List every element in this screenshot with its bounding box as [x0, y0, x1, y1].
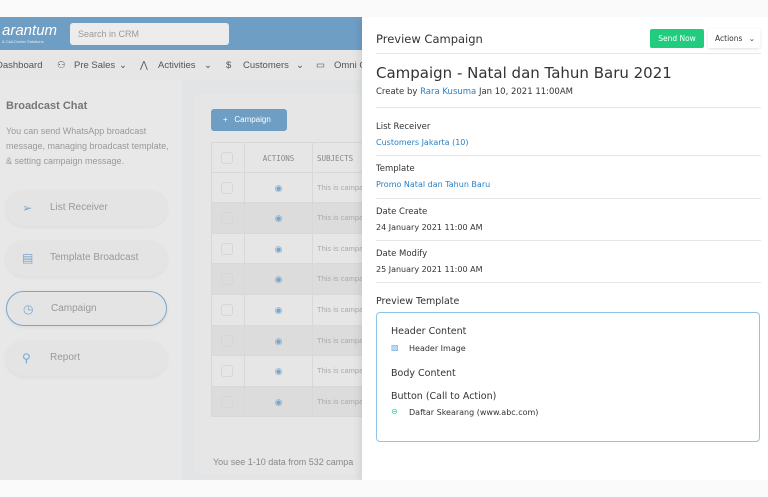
header-image-label: Header Image	[409, 344, 466, 353]
template-preview-box: Header Content ▨ Header Image Body Conte…	[376, 312, 760, 442]
sidebar-item-report[interactable]: ⚲ Report	[6, 341, 167, 376]
preview-campaign-panel: Preview Campaign Send Now Actions ⌄ Campa…	[362, 17, 768, 480]
view-eye-icon[interactable]: ◉	[244, 203, 312, 233]
search-input[interactable]: Search in CRM	[70, 23, 229, 45]
users-icon: ⚇	[57, 60, 66, 71]
sidebar-item-template-broadcast[interactable]: ▤ Template Broadcast	[6, 241, 167, 276]
subject-cell: This is campa	[312, 233, 363, 264]
actions-label: Actions	[715, 34, 743, 43]
sidebar-item-list-receiver[interactable]: ➢ List Receiver	[6, 191, 167, 226]
subject-cell: This is campa	[312, 356, 363, 386]
archive-icon: ▤	[22, 251, 34, 265]
sidebar: Broadcast Chat You can send WhatsApp bro…	[0, 80, 182, 480]
divider	[376, 240, 761, 241]
nav-dashboard[interactable]: Dashboard	[0, 60, 42, 71]
row-checkbox[interactable]	[221, 273, 233, 286]
chevron-down-icon: ⌄	[119, 60, 127, 71]
subject-cell: This is campa	[312, 294, 363, 325]
cta-label: Button (Call to Action)	[391, 391, 497, 402]
list-receiver-link[interactable]: Customers Jakarta (10)	[376, 138, 469, 147]
logo-subtitle: & Call-Center Solutions	[2, 39, 44, 44]
sidebar-item-campaign[interactable]: ◷ Campaign	[6, 291, 167, 326]
subject-cell: This is campa	[312, 172, 363, 203]
sidebar-item-label: Campaign	[51, 303, 97, 314]
header-content-label: Header Content	[391, 326, 467, 337]
subject-cell: This is campa	[312, 386, 363, 417]
view-eye-icon[interactable]: ◉	[244, 294, 312, 325]
date-modify-value: 25 January 2021 11:00 AM	[376, 265, 483, 274]
send-now-button[interactable]: Send Now	[650, 29, 704, 48]
row-checkbox[interactable]	[221, 365, 233, 378]
clock-icon: ◷	[23, 302, 34, 316]
route-icon: ⚲	[22, 351, 31, 365]
subject-cell: This is campa	[312, 325, 363, 356]
divider	[376, 198, 761, 199]
created-info: Create by Rara Kusuma Jan 10, 2021 11:00…	[376, 87, 573, 97]
actions-dropdown[interactable]: Actions ⌄	[708, 29, 760, 48]
link-icon: ⊖	[391, 407, 398, 416]
template-label: Template	[376, 164, 415, 174]
view-eye-icon[interactable]: ◉	[244, 264, 312, 294]
panel-title: Preview Campaign	[376, 32, 483, 46]
nav-pre-sales[interactable]: Pre Sales	[74, 60, 115, 71]
sidebar-item-label: List Receiver	[50, 202, 108, 213]
send-icon: ➢	[22, 201, 33, 215]
template-link[interactable]: Promo Natal dan Tahun Baru	[376, 180, 490, 189]
logo: arantum	[2, 22, 58, 39]
sidebar-item-label: Report	[50, 352, 81, 363]
divider	[376, 53, 761, 54]
created-date: Jan 10, 2021 11:00AM	[478, 87, 573, 97]
activity-icon: ⋀	[140, 60, 148, 71]
view-eye-icon[interactable]: ◉	[244, 356, 312, 386]
dollar-icon: $	[226, 60, 232, 71]
chevron-down-icon: ⌄	[748, 34, 755, 43]
add-campaign-label: Campaign	[234, 115, 271, 124]
nav-customers[interactable]: Customers	[243, 60, 289, 71]
view-eye-icon[interactable]: ◉	[244, 325, 312, 356]
date-modify-label: Date Modify	[376, 249, 428, 259]
cta-value: Daftar Skearang (www.abc.com)	[409, 408, 539, 417]
row-checkbox[interactable]	[221, 334, 233, 347]
sidebar-title: Broadcast Chat	[6, 100, 88, 112]
date-create-label: Date Create	[376, 207, 428, 217]
divider	[376, 282, 761, 283]
chevron-down-icon: ⌄	[296, 60, 304, 71]
date-create-value: 24 January 2021 11:00 AM	[376, 223, 483, 232]
view-eye-icon[interactable]: ◉	[244, 233, 312, 264]
add-campaign-button[interactable]: + Campaign	[211, 109, 287, 131]
plus-icon: +	[223, 115, 228, 124]
column-actions: ACTIONS	[244, 143, 312, 172]
row-checkbox[interactable]	[221, 181, 233, 194]
row-checkbox[interactable]	[221, 303, 233, 316]
sidebar-description: You can send WhatsApp broadcast message,…	[6, 126, 169, 166]
pagination-info: You see 1-10 data from 532 campa	[213, 457, 354, 467]
body-content-label: Body Content	[391, 368, 456, 379]
nav-activities[interactable]: Activities	[158, 60, 195, 71]
preview-template-label: Preview Template	[376, 296, 460, 307]
select-all-checkbox[interactable]	[221, 152, 233, 164]
subject-cell: This is campa	[312, 203, 363, 233]
chevron-down-icon: ⌄	[204, 60, 212, 71]
view-eye-icon[interactable]: ◉	[244, 172, 312, 203]
divider	[376, 107, 761, 108]
creator-link[interactable]: Rara Kusuma	[420, 87, 476, 97]
created-prefix: Create by	[376, 87, 418, 97]
view-eye-icon[interactable]: ◉	[244, 386, 312, 417]
sidebar-item-label: Template Broadcast	[50, 252, 139, 263]
column-subjects: SUBJECTS	[312, 143, 353, 172]
list-receiver-label: List Receiver	[376, 122, 431, 132]
crm-app: arantum & Call-Center Solutions Search i…	[0, 17, 768, 480]
divider	[376, 155, 761, 156]
row-checkbox[interactable]	[221, 395, 233, 408]
image-icon: ▨	[391, 343, 399, 352]
row-checkbox[interactable]	[221, 242, 233, 255]
folder-icon: ▭	[316, 60, 325, 71]
row-checkbox[interactable]	[221, 212, 233, 225]
subject-cell: This is campa	[312, 264, 363, 294]
campaign-title: Campaign - Natal dan Tahun Baru 2021	[376, 64, 672, 82]
